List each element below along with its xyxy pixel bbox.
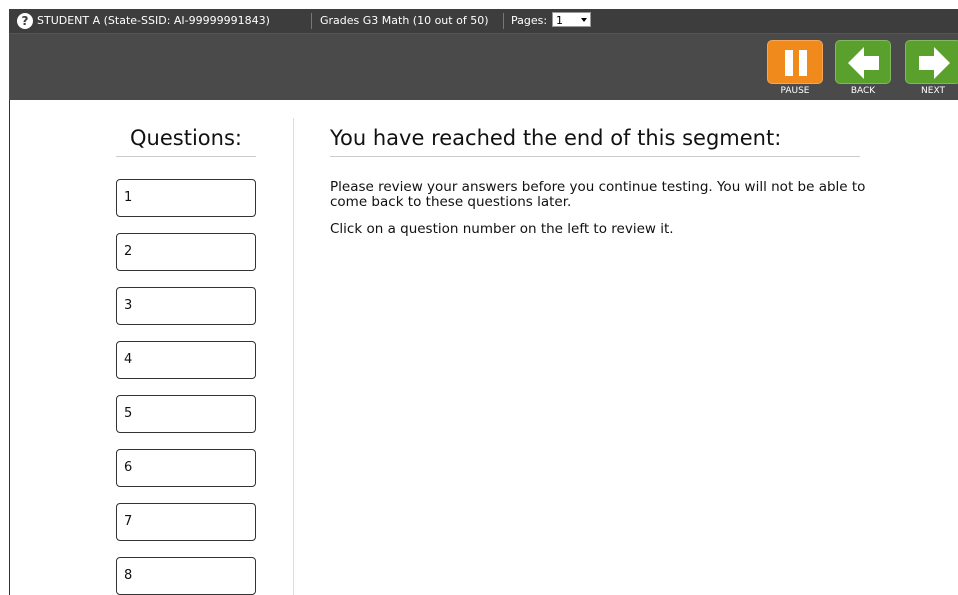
separator — [503, 13, 504, 29]
divider — [330, 156, 860, 157]
question-button-8[interactable]: 8 — [116, 557, 256, 595]
pages-label: Pages: — [511, 14, 548, 27]
question-button-7[interactable]: 7 — [116, 503, 256, 541]
arrow-right-icon — [919, 47, 950, 79]
toolbar: PAUSE BACK NEXT — [9, 34, 958, 100]
test-info: Grades G3 Math (10 out of 50) — [320, 14, 489, 27]
next-button[interactable]: NEXT — [905, 40, 958, 100]
pause-button[interactable]: PAUSE — [767, 40, 823, 100]
back-tile — [835, 40, 891, 84]
questions-title: Questions: — [130, 126, 242, 150]
back-button[interactable]: BACK — [835, 40, 891, 100]
question-button-2[interactable]: 2 — [116, 233, 256, 271]
back-label: BACK — [850, 86, 876, 96]
pause-icon — [785, 50, 807, 76]
segment-heading: You have reached the end of this segment… — [330, 126, 782, 150]
review-instructions: Please review your answers before you co… — [330, 179, 866, 210]
question-button-1[interactable]: 1 — [116, 179, 256, 217]
pages-select[interactable]: 1 — [552, 12, 591, 27]
student-info: STUDENT A (State-SSID: AI-99999991843) — [37, 14, 270, 27]
help-icon[interactable]: ? — [17, 13, 33, 29]
next-label: NEXT — [921, 86, 945, 96]
question-button-4[interactable]: 4 — [116, 341, 256, 379]
divider — [116, 156, 256, 157]
pages-select-value: 1 — [556, 14, 563, 27]
arrow-left-icon — [848, 47, 879, 79]
pause-label: PAUSE — [780, 86, 810, 96]
top-info-bar: ? STUDENT A (State-SSID: AI-99999991843)… — [9, 9, 958, 34]
next-tile — [905, 40, 958, 84]
question-button-5[interactable]: 5 — [116, 395, 256, 433]
chevron-down-icon — [581, 18, 587, 22]
question-button-3[interactable]: 3 — [116, 287, 256, 325]
page-left-border — [9, 100, 10, 595]
question-button-6[interactable]: 6 — [116, 449, 256, 487]
pause-tile — [767, 40, 823, 84]
column-divider — [293, 118, 294, 595]
review-hint: Click on a question number on the left t… — [330, 221, 674, 237]
separator — [311, 13, 312, 29]
